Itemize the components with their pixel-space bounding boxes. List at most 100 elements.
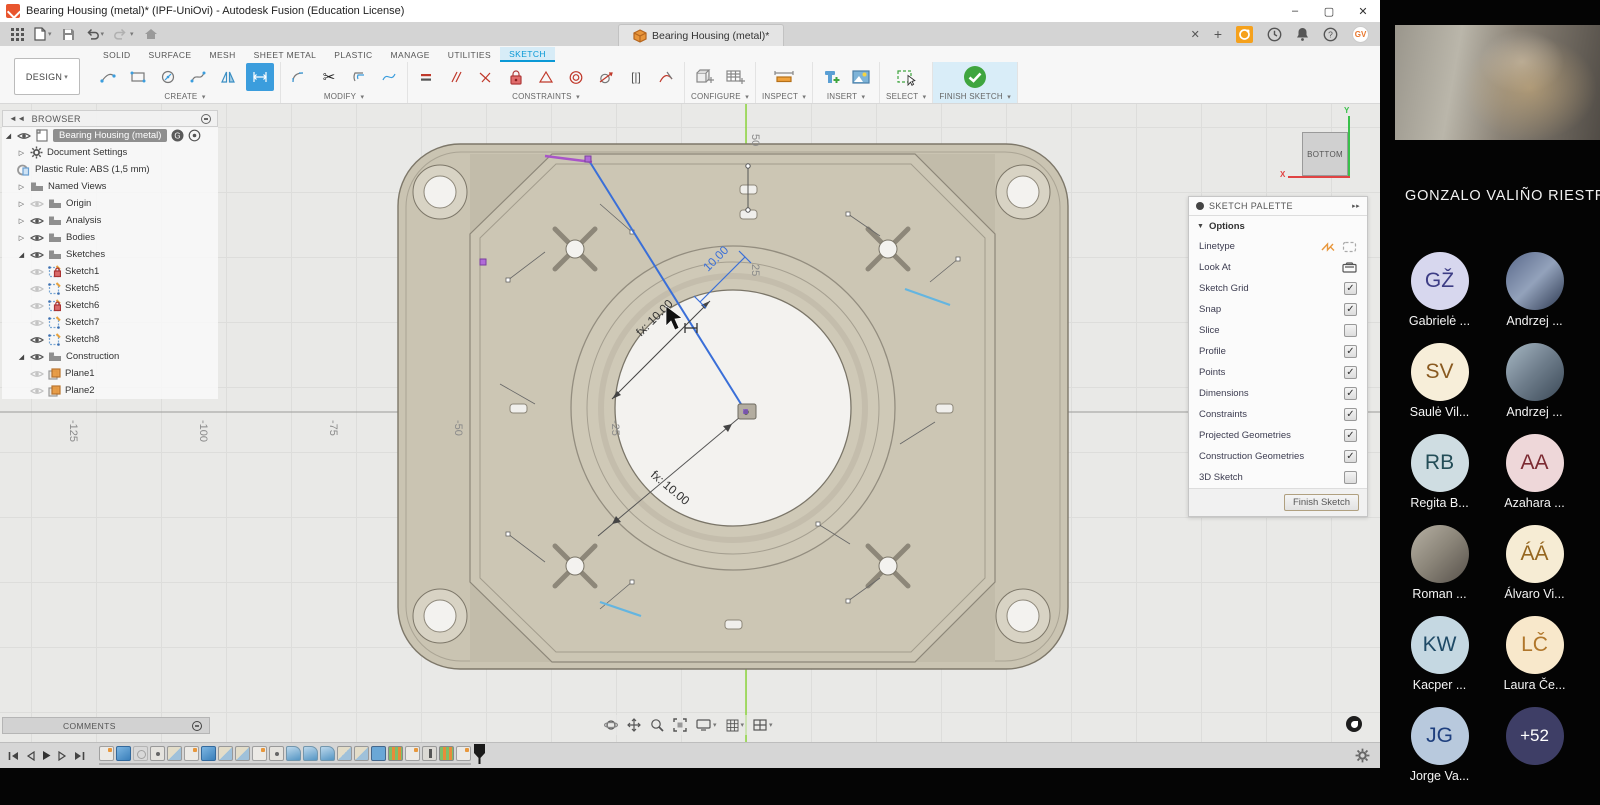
checkbox-sketch-grid[interactable]: ✓: [1344, 282, 1357, 295]
group-label[interactable]: CONFIGURE ▾: [691, 92, 749, 103]
tab-utilities[interactable]: UTILITIES: [439, 48, 500, 62]
visibility-eye-icon[interactable]: [30, 250, 44, 260]
step-forward-button[interactable]: [58, 751, 67, 761]
apps-grid-icon[interactable]: [6, 24, 29, 44]
rectangle-icon[interactable]: [126, 65, 150, 89]
timeline-feature-box[interactable]: [371, 746, 386, 761]
new-tab-icon[interactable]: +: [1209, 24, 1227, 44]
select-window-icon[interactable]: [894, 65, 918, 89]
participant-tile[interactable]: AAAzahara ...: [1487, 434, 1582, 525]
viewcube-face[interactable]: BOTTOM: [1302, 132, 1348, 176]
timeline-settings-gear-icon[interactable]: [1355, 748, 1370, 763]
comments-bar[interactable]: COMMENTS: [2, 717, 210, 734]
tree-item-plastic-rule-abs-1-5-mm-[interactable]: Plastic Rule: ABS (1,5 mm): [2, 161, 218, 178]
view-cube[interactable]: BOTTOM X Y: [1300, 130, 1360, 190]
participant-tile[interactable]: KWKacper ...: [1392, 616, 1487, 707]
parallel-icon[interactable]: [444, 65, 468, 89]
participant-tile[interactable]: LČLaura Če...: [1487, 616, 1582, 707]
group-label[interactable]: CONSTRAINTS ▾: [512, 92, 580, 103]
display-settings-icon[interactable]: ▾: [696, 719, 717, 731]
timeline-position-marker[interactable]: [474, 744, 485, 764]
workspace-switcher[interactable]: DESIGN ▾: [14, 58, 80, 95]
dimension-icon[interactable]: [246, 63, 274, 91]
timeline-feature-feature-off[interactable]: [133, 746, 148, 761]
linetype-construction-icon[interactable]: [1342, 241, 1357, 253]
symmetry-icon[interactable]: [|]: [624, 65, 648, 89]
expand-icon[interactable]: ▷: [17, 234, 26, 242]
visibility-eye-icon[interactable]: [17, 131, 31, 141]
save-icon[interactable]: [57, 24, 80, 44]
tree-item-sketch7[interactable]: Sketch7: [2, 314, 218, 331]
offset-icon[interactable]: [347, 65, 371, 89]
pan-icon[interactable]: [627, 718, 641, 732]
participant-tile[interactable]: SVSaulė Vil...: [1392, 343, 1487, 434]
tree-item-origin[interactable]: ▷Origin: [2, 195, 218, 212]
expand-comments-icon[interactable]: [192, 721, 202, 731]
collapse-icon[interactable]: ◢: [17, 353, 26, 361]
maximize-button[interactable]: ▢: [1312, 0, 1346, 22]
help-icon[interactable]: ?: [1318, 24, 1343, 44]
close-doc-icon[interactable]: ✕: [1186, 24, 1205, 44]
timeline-feature-chamfer[interactable]: [354, 746, 369, 761]
tree-item-sketch8[interactable]: Sketch8: [2, 331, 218, 348]
visibility-eye-icon[interactable]: [30, 216, 44, 226]
tree-item-sketch1[interactable]: Sketch1: [2, 263, 218, 280]
tab-solid[interactable]: SOLID: [94, 48, 140, 62]
tab-manage[interactable]: MANAGE: [382, 48, 439, 62]
circle-icon[interactable]: [156, 65, 180, 89]
checkbox-construction-geometries[interactable]: ✓: [1344, 450, 1357, 463]
trim-icon[interactable]: ✂: [317, 65, 341, 89]
tree-item-sketches[interactable]: ◢Sketches: [2, 246, 218, 263]
extensions-icon[interactable]: [1231, 24, 1258, 44]
collapse-icon[interactable]: ◢: [4, 132, 13, 140]
model-canvas[interactable]: fx: 10.00 10.00 fx: 10.00: [0, 104, 1380, 742]
fillet-icon[interactable]: [287, 65, 311, 89]
configuration-table-icon[interactable]: [723, 65, 747, 89]
tree-item-analysis[interactable]: ▷Analysis: [2, 212, 218, 229]
checkbox-constraints[interactable]: ✓: [1344, 408, 1357, 421]
freeform-icon[interactable]: [377, 65, 401, 89]
checkbox-snap[interactable]: ✓: [1344, 303, 1357, 316]
timeline-feature-fillet[interactable]: [303, 746, 318, 761]
visibility-eye-icon[interactable]: [30, 352, 44, 362]
skip-end-button[interactable]: [74, 751, 85, 761]
origin-marker[interactable]: [738, 404, 756, 419]
dock-panel-icon[interactable]: ▸▸: [1352, 202, 1360, 210]
collapse-icon[interactable]: ◢: [17, 251, 26, 259]
finish-sketch-icon[interactable]: [960, 62, 990, 92]
tree-item-document-settings[interactable]: ▷Document Settings: [2, 144, 218, 161]
group-label[interactable]: CREATE ▾: [164, 92, 205, 103]
redo-icon[interactable]: ▾: [109, 24, 139, 44]
tree-item-plane2[interactable]: Plane2: [2, 382, 218, 399]
participant-tile[interactable]: RBRegita B...: [1392, 434, 1487, 525]
timeline-feature-sketch[interactable]: [456, 746, 471, 761]
participant-tile[interactable]: Andrzej ...: [1487, 343, 1582, 434]
document-tab[interactable]: Bearing Housing (metal)*: [618, 24, 784, 46]
timeline-feature-pattern[interactable]: [388, 746, 403, 761]
linetype-normal-icon[interactable]: [1320, 241, 1336, 253]
group-label[interactable]: INSERT ▾: [827, 92, 865, 103]
tree-item-named-views[interactable]: ▷Named Views: [2, 178, 218, 195]
timeline-feature-chamfer[interactable]: [235, 746, 250, 761]
line-icon[interactable]: [96, 65, 120, 89]
tab-sketch[interactable]: SKETCH: [500, 47, 555, 62]
grid-settings-icon[interactable]: ▾: [726, 719, 745, 732]
visibility-eye-icon[interactable]: [30, 199, 44, 209]
timeline-feature-hole[interactable]: [269, 746, 284, 761]
tab-mesh[interactable]: MESH: [200, 48, 244, 62]
visibility-eye-icon[interactable]: [30, 233, 44, 243]
visibility-eye-icon[interactable]: [30, 369, 44, 379]
home-icon[interactable]: [139, 24, 163, 44]
expand-icon[interactable]: ▷: [17, 200, 26, 208]
palette-header[interactable]: SKETCH PALETTE ▸▸: [1189, 197, 1367, 216]
mirror-icon[interactable]: [216, 65, 240, 89]
horizontal-vertical-icon[interactable]: [414, 65, 438, 89]
step-back-button[interactable]: [26, 751, 35, 761]
insert-image-icon[interactable]: [849, 65, 873, 89]
checkbox-dimensions[interactable]: ✓: [1344, 387, 1357, 400]
group-label[interactable]: SELECT ▾: [886, 92, 926, 103]
timeline-feature-fillet[interactable]: [320, 746, 335, 761]
spline-icon[interactable]: [186, 65, 210, 89]
palette-options-section[interactable]: ▼Options: [1189, 216, 1367, 236]
measure-icon[interactable]: [772, 65, 796, 89]
